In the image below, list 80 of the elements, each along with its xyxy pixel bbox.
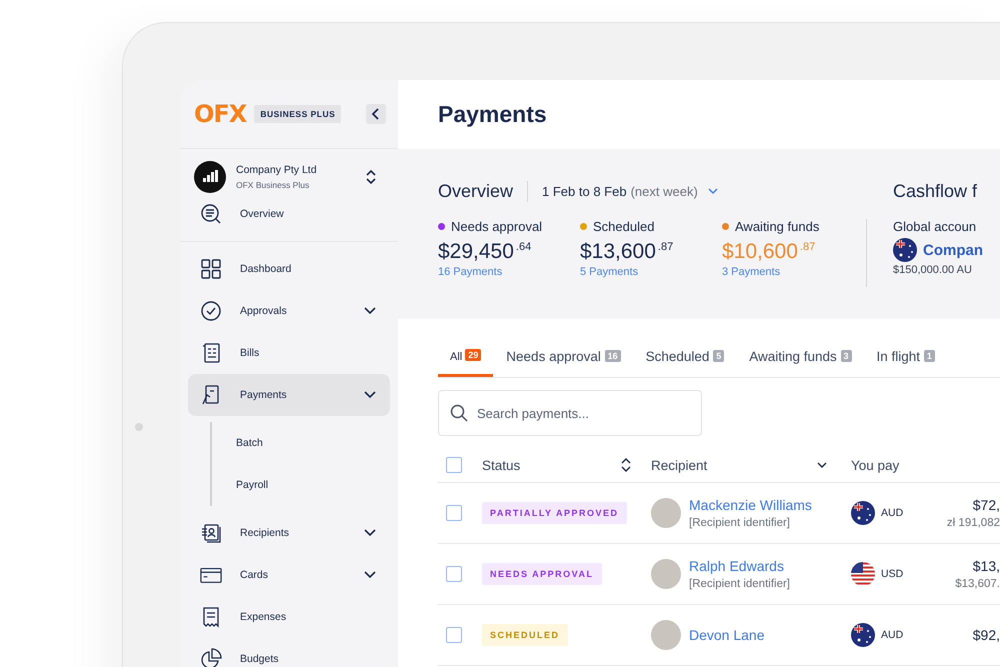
- search-field[interactable]: Search payments...: [438, 390, 702, 436]
- filter-tab[interactable]: In flight $^{1}$: [864, 345, 947, 377]
- column-header[interactable]: Status: [482, 458, 520, 472]
- status-badge: NEEDS APPROVAL: [482, 563, 602, 585]
- sort-icon[interactable]: [621, 458, 631, 472]
- nav-item[interactable]: Recipients: [188, 512, 390, 554]
- nav-item[interactable]: Overview: [188, 193, 390, 235]
- usa-flag-icon: [851, 562, 875, 586]
- select-all-checkbox[interactable]: [446, 457, 462, 473]
- filter-tab[interactable]: Needs approval $^{16}$: [494, 345, 633, 377]
- status-badge: PARTIALLY APPROVED: [482, 502, 627, 524]
- amount: $92,: [972, 627, 1000, 643]
- filter-tab[interactable]: All $^{29}$: [438, 345, 494, 377]
- invoice-icon: [200, 342, 222, 364]
- nav-item[interactable]: Payments: [188, 374, 390, 416]
- magnifier-list-icon: [200, 203, 222, 225]
- currency-code: USD: [881, 568, 904, 580]
- filter-tab[interactable]: Awaiting funds $^{3}$: [737, 345, 864, 377]
- status-badge: SCHEDULED: [482, 624, 568, 646]
- recipient-link[interactable]: Devon Lane: [689, 627, 765, 643]
- camera-icon: [135, 423, 143, 431]
- nav-item[interactable]: Budgets: [188, 638, 390, 667]
- account-balance: $150,000.00 AU: [893, 264, 973, 276]
- australia-flag-icon: [851, 623, 875, 647]
- cashflow-title: Cashflow f: [893, 180, 978, 203]
- subnav-item[interactable]: Payroll: [212, 464, 398, 506]
- stat-label: Awaiting funds: [735, 219, 820, 234]
- amount: $13,: [972, 558, 1000, 574]
- subnav-item[interactable]: Batch: [212, 422, 398, 464]
- chevron-down-icon[interactable]: [817, 462, 827, 468]
- currency-code: AUD: [881, 507, 904, 519]
- australia-flag-icon: [893, 238, 917, 262]
- account-switcher[interactable]: Company Pty Ltd OFX Business Plus: [180, 161, 398, 193]
- converted-amount: zł 191,082: [946, 517, 1000, 529]
- chevron-down-icon: [708, 188, 718, 194]
- stat-amount: $13,600$^{.87}$: [580, 240, 674, 264]
- account-name: Company Pty Ltd: [236, 164, 317, 176]
- stat-label: Needs approval: [451, 219, 542, 234]
- amount: $72,: [972, 497, 1000, 513]
- account-plan: OFX Business Plus: [236, 180, 310, 190]
- plan-badge: BUSINESS PLUS: [254, 105, 342, 123]
- stat-amount: $10,600$^{.87}$: [722, 240, 816, 264]
- nav-item[interactable]: Bills: [188, 332, 390, 374]
- australia-flag-icon: [851, 501, 875, 525]
- pie-chart-icon: [200, 648, 222, 667]
- avatar-placeholder: [651, 498, 681, 528]
- nav-item[interactable]: Expenses: [188, 596, 390, 638]
- avatar-placeholder: [651, 559, 681, 589]
- filter-tab[interactable]: Scheduled $^{5}$: [634, 345, 736, 377]
- company-logo-icon: [194, 161, 226, 193]
- grid-icon: [200, 258, 222, 280]
- expand-collapse-icon: [366, 169, 376, 185]
- recipient-link[interactable]: Ralph Edwards: [689, 558, 790, 574]
- recipient-link[interactable]: Mackenzie Williams: [689, 497, 812, 513]
- overview-title: Overview: [438, 180, 528, 202]
- row-checkbox[interactable]: [446, 505, 462, 521]
- row-checkbox[interactable]: [446, 566, 462, 582]
- contact-card-icon: [200, 522, 222, 544]
- search-icon: [450, 404, 468, 422]
- period-dropdown[interactable]: 1 Feb to 8 Feb (next week): [528, 184, 718, 198]
- page-title: Payments: [438, 101, 547, 128]
- row-checkbox[interactable]: [446, 627, 462, 643]
- ofx-logo: OFX: [194, 100, 246, 128]
- chevron-left-icon: [371, 108, 381, 120]
- currency-code: AUD: [881, 629, 904, 641]
- column-header[interactable]: Recipient: [651, 458, 708, 472]
- check-circle-icon: [200, 300, 222, 322]
- account-link[interactable]: Compan: [923, 242, 983, 258]
- stat-amount: $29,450$^{.64}$: [438, 240, 532, 264]
- recipient-identifier: [Recipient identifier]: [689, 517, 791, 529]
- recipient-identifier: [Recipient identifier]: [689, 578, 790, 590]
- converted-amount: $13,607.: [955, 578, 1000, 590]
- account-label: Global accoun: [893, 219, 978, 234]
- nav-item[interactable]: Cards: [188, 554, 390, 596]
- nav-item[interactable]: Dashboard: [188, 248, 390, 290]
- column-header[interactable]: You pay: [851, 458, 900, 472]
- stat-label: Scheduled: [593, 219, 654, 234]
- collapse-button[interactable]: [366, 104, 386, 124]
- nav-item[interactable]: Approvals: [188, 290, 390, 332]
- avatar-placeholder: [651, 620, 681, 650]
